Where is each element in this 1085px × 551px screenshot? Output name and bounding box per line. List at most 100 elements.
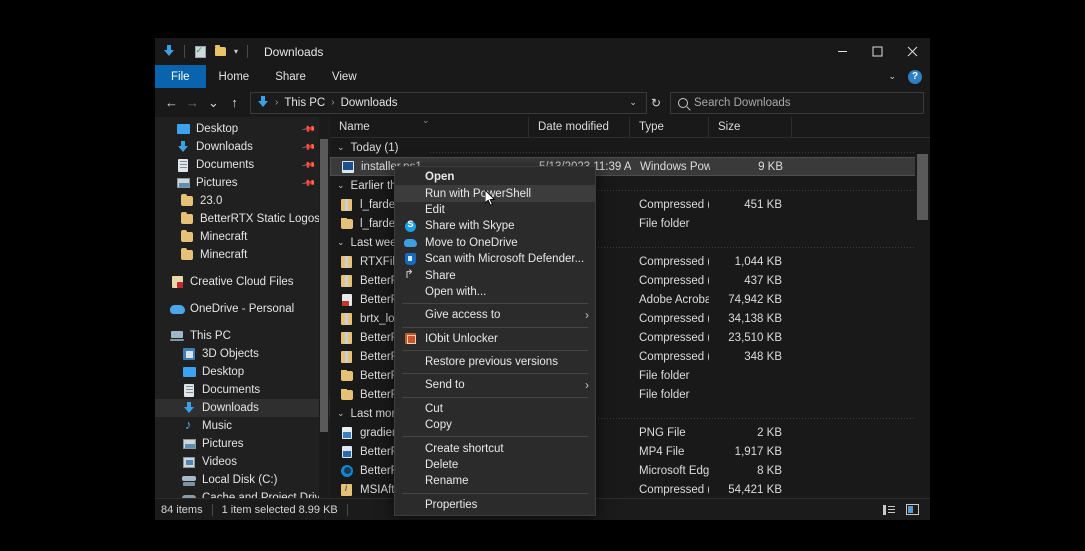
pin-icon[interactable]: 📌 bbox=[301, 175, 316, 191]
sidebar-item-3d-objects[interactable]: 3D Objects bbox=[155, 345, 330, 363]
chevron-down-icon[interactable]: ⌄ bbox=[337, 180, 345, 191]
context-menu-item-share-with-skype[interactable]: Share with Skype bbox=[395, 218, 595, 234]
customize-quick-access-chevron-icon[interactable]: ▾ bbox=[232, 47, 240, 56]
tab-view[interactable]: View bbox=[319, 65, 370, 88]
sidebar-item-23-0[interactable]: 23.0 bbox=[155, 192, 330, 210]
sidebar-item-label: Cache and Project Drive (D:) bbox=[202, 492, 330, 498]
column-header-size[interactable]: Size bbox=[709, 117, 792, 137]
expand-ribbon-chevron-icon[interactable]: ⌄ bbox=[884, 71, 900, 82]
context-menu-separator bbox=[402, 492, 588, 494]
chevron-down-icon[interactable]: ⌄ bbox=[337, 237, 345, 248]
pin-icon[interactable]: 📌 bbox=[301, 139, 316, 155]
pin-icon[interactable]: 📌 bbox=[301, 121, 316, 137]
tab-home[interactable]: Home bbox=[206, 65, 263, 88]
breadcrumb-downloads[interactable]: Downloads bbox=[339, 97, 400, 109]
chevron-down-icon[interactable]: ⌄ bbox=[337, 142, 345, 153]
up-button[interactable]: ↑ bbox=[224, 92, 245, 114]
context-menu-item-create-shortcut[interactable]: Create shortcut bbox=[395, 440, 595, 456]
large-icons-view-button[interactable] bbox=[904, 502, 920, 517]
sidebar-item-downloads[interactable]: Downloads 📌 bbox=[155, 138, 330, 156]
context-menu-item-restore-previous-versions[interactable]: Restore previous versions bbox=[395, 354, 595, 370]
context-menu-item-share[interactable]: Share bbox=[395, 267, 595, 283]
recent-locations-button[interactable]: ⌄ bbox=[203, 92, 224, 114]
help-icon[interactable]: ? bbox=[908, 69, 922, 84]
group-header-today[interactable]: ⌄ Today (1) bbox=[330, 138, 930, 157]
file-size-cell: 437 KB bbox=[744, 274, 782, 287]
context-menu-item-rename[interactable]: Rename bbox=[395, 473, 595, 489]
chevron-down-icon[interactable]: ⌄ bbox=[337, 408, 345, 419]
details-view-button[interactable] bbox=[881, 502, 897, 517]
maximize-button[interactable] bbox=[860, 38, 895, 65]
sidebar-item-videos[interactable]: Videos bbox=[155, 453, 330, 471]
context-menu-item-scan-with-microsoft-defender[interactable]: Scan with Microsoft Defender... bbox=[395, 251, 595, 267]
desktop-icon bbox=[181, 367, 197, 377]
context-menu-item-iobit-unlocker[interactable]: IObit Unlocker bbox=[395, 331, 595, 347]
list-scrollbar[interactable] bbox=[915, 138, 930, 498]
defender-icon bbox=[403, 253, 417, 266]
sidebar-item-music[interactable]: Music bbox=[155, 417, 330, 435]
context-menu-label: Delete bbox=[425, 459, 459, 472]
sidebar-item-cache-and-project-drive-d[interactable]: Cache and Project Drive (D:) bbox=[155, 489, 330, 498]
properties-icon[interactable] bbox=[192, 44, 208, 60]
search-box[interactable]: Search Downloads bbox=[670, 91, 924, 114]
file-size-cell: 1,044 KB bbox=[734, 255, 782, 268]
sidebar-item-pc-desktop[interactable]: Desktop bbox=[155, 363, 330, 381]
sidebar-item-this-pc[interactable]: This PC bbox=[155, 327, 330, 345]
column-header-date-modified[interactable]: Date modified bbox=[529, 117, 630, 137]
tab-share[interactable]: Share bbox=[262, 65, 319, 88]
context-menu-item-delete[interactable]: Delete bbox=[395, 457, 595, 473]
sidebar-item-label: Minecraft bbox=[200, 249, 248, 261]
sidebar-item-minecraft-1[interactable]: Minecraft bbox=[155, 228, 330, 246]
sidebar-item-pc-pictures[interactable]: Pictures bbox=[155, 435, 330, 453]
breadcrumb-this-pc[interactable]: This PC bbox=[282, 97, 327, 109]
sidebar-item-desktop[interactable]: Desktop 📌 bbox=[155, 120, 330, 138]
context-menu-item-properties[interactable]: Properties bbox=[395, 497, 595, 513]
refresh-button[interactable]: ↻ bbox=[647, 96, 665, 110]
minimize-button[interactable] bbox=[825, 38, 860, 65]
sidebar-item-pc-downloads[interactable]: Downloads bbox=[155, 399, 330, 417]
sort-ascending-icon: ⌄ bbox=[422, 115, 430, 125]
sidebar-item-label: Pictures bbox=[202, 438, 244, 450]
context-menu-item-open-with[interactable]: Open with... bbox=[395, 284, 595, 300]
forward-button[interactable]: → bbox=[182, 92, 203, 114]
onedrive-icon bbox=[403, 238, 417, 247]
sidebar-item-betterrtx-static-logos[interactable]: BetterRTX Static Logos bbox=[155, 210, 330, 228]
disk-icon bbox=[181, 494, 197, 498]
new-folder-icon[interactable] bbox=[212, 44, 228, 60]
close-button[interactable] bbox=[895, 38, 930, 65]
sidebar-item-label: BetterRTX Static Logos bbox=[200, 213, 320, 225]
sidebar-item-pc-documents[interactable]: Documents bbox=[155, 381, 330, 399]
list-scrollbar-thumb[interactable] bbox=[917, 154, 928, 220]
file-type-cell: Compressed (zipp... bbox=[639, 350, 709, 363]
tab-file[interactable]: File bbox=[155, 65, 206, 88]
column-header-name[interactable]: ⌄ Name bbox=[330, 115, 529, 137]
context-menu-item-cut[interactable]: Cut bbox=[395, 401, 595, 417]
column-label: Date modified bbox=[538, 121, 609, 133]
sidebar-item-minecraft-2[interactable]: Minecraft bbox=[155, 246, 330, 264]
context-menu-item-open[interactable]: Open bbox=[395, 169, 595, 185]
context-menu-item-give-access-to[interactable]: Give access to › bbox=[395, 307, 595, 323]
nav-scrollbar[interactable] bbox=[319, 117, 329, 498]
address-path-box[interactable]: › This PC › Downloads ⌄ bbox=[250, 91, 647, 114]
nav-scrollbar-thumb[interactable] bbox=[320, 139, 328, 432]
context-menu-separator bbox=[402, 436, 588, 438]
pin-icon[interactable]: 📌 bbox=[301, 157, 316, 173]
context-menu-item-edit[interactable]: Edit bbox=[395, 202, 595, 218]
sidebar-item-local-disk-c[interactable]: Local Disk (C:) bbox=[155, 471, 330, 489]
column-header-type[interactable]: Type bbox=[630, 117, 709, 137]
context-menu-item-run-with-powershell[interactable]: Run with PowerShell bbox=[395, 185, 595, 202]
context-menu-item-copy[interactable]: Copy bbox=[395, 417, 595, 433]
sidebar-item-pictures[interactable]: Pictures 📌 bbox=[155, 174, 330, 192]
context-menu-item-send-to[interactable]: Send to › bbox=[395, 377, 595, 393]
folder-icon bbox=[179, 229, 195, 242]
sidebar-item-documents[interactable]: Documents 📌 bbox=[155, 156, 330, 174]
breadcrumb-sep-1: › bbox=[275, 97, 279, 108]
sidebar-item-onedrive-personal[interactable]: OneDrive - Personal bbox=[155, 300, 330, 318]
context-menu-item-move-to-onedrive[interactable]: Move to OneDrive bbox=[395, 235, 595, 251]
column-header-filler bbox=[792, 117, 930, 137]
context-menu-label: Scan with Microsoft Defender... bbox=[425, 253, 585, 266]
address-dropdown-chevron-icon[interactable]: ⌄ bbox=[624, 97, 642, 108]
zip-file-icon bbox=[339, 198, 354, 211]
sidebar-item-creative-cloud-files[interactable]: Creative Cloud Files bbox=[155, 273, 330, 291]
back-button[interactable]: ← bbox=[161, 92, 182, 114]
